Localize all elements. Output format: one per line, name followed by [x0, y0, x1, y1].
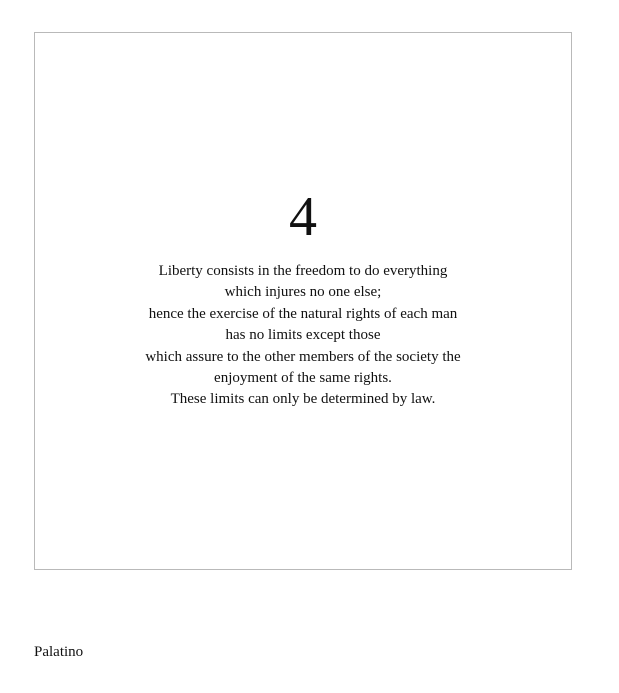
- card-content: 4 Liberty consists in the freedom to do …: [35, 187, 571, 411]
- font-name-caption: Palatino: [34, 644, 84, 660]
- article-line: Liberty consists in the freedom to do ev…: [158, 263, 448, 279]
- article-line: has no limits except those: [225, 327, 381, 344]
- article-text: Liberty consists in the freedom to do ev…: [35, 261, 571, 411]
- article-line: which injures no one else;: [224, 284, 382, 301]
- article-line: hence the exercise of the natural rights…: [148, 305, 458, 322]
- text-card: 4 Liberty consists in the freedom to do …: [34, 32, 572, 570]
- article-line: which assure to the other members of the…: [145, 348, 461, 365]
- article-line: These limits can only be determined by l…: [170, 391, 436, 408]
- article-number: 4: [289, 186, 317, 248]
- article-line: enjoyment of the same rights.: [214, 370, 392, 387]
